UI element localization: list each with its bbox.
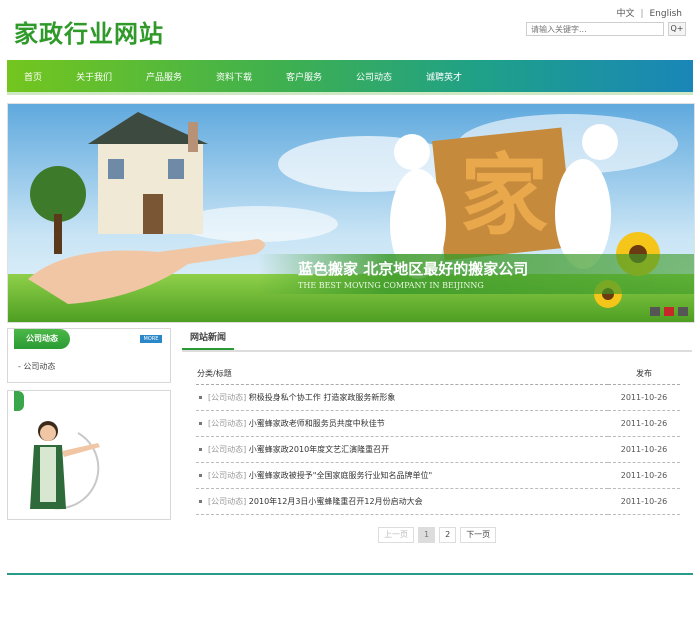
more-button[interactable]: MORE xyxy=(140,335,162,343)
nav-item-downloads[interactable]: 资料下载 xyxy=(199,70,269,83)
news-link[interactable]: 小蜜蜂家政2010年度文艺汇演隆重召开 xyxy=(249,445,389,454)
sidebar-item-news[interactable]: - 公司动态 xyxy=(18,361,55,372)
nav-item-customer-service[interactable]: 客户服务 xyxy=(269,70,339,83)
sidebar-news-box: 公司动态 MORE - 公司动态 xyxy=(7,328,171,383)
lang-chinese-link[interactable]: 中文 xyxy=(616,6,634,19)
lang-separator: | xyxy=(640,9,644,19)
news-link[interactable]: 小蜜蜂家政老师和服务员共度中秋佳节 xyxy=(249,419,385,428)
footer-divider xyxy=(7,573,693,575)
search-bar: Q+ xyxy=(526,22,686,36)
news-section-title: 网站新闻 xyxy=(182,328,235,350)
bullet-icon xyxy=(199,396,202,399)
news-category[interactable]: [公司动态] xyxy=(208,419,246,428)
table-row[interactable]: [公司动态] 小蜜蜂家政被授予"全国家庭服务行业知名品牌单位" 2011-10-… xyxy=(196,462,680,489)
col-date-header: 发布 xyxy=(608,362,680,385)
nav-item-home[interactable]: 首页 xyxy=(7,70,59,83)
news-date: 2011-10-26 xyxy=(608,462,680,489)
nav-item-products[interactable]: 产品服务 xyxy=(129,70,199,83)
language-switch: 中文 | English xyxy=(616,6,682,19)
banner-headline: 蓝色搬家 北京地区最好的搬家公司 xyxy=(298,260,528,278)
news-category[interactable]: [公司动态] xyxy=(208,445,246,454)
bullet-icon xyxy=(199,448,202,451)
slide-dot-3[interactable] xyxy=(678,307,688,316)
slide-dot-2[interactable] xyxy=(664,307,674,316)
bullet-icon xyxy=(199,474,202,477)
table-row[interactable]: [公司动态] 积极投身私个协工作 打造家政服务新形象 2011-10-26 xyxy=(196,384,680,411)
hero-banner: 家 蓝色搬家 北京地区最好的搬家公司 THE BEST MOVING COMPA… xyxy=(7,103,695,323)
news-link[interactable]: 2010年12月3日小蜜蜂隆重召开12月份启动大会 xyxy=(249,497,423,506)
page-1-button[interactable]: 1 xyxy=(418,527,436,543)
lang-english-link[interactable]: English xyxy=(650,9,683,19)
sidebar-contact-tab xyxy=(14,391,24,411)
pagination: 上一页 1 2 下一页 xyxy=(378,527,500,543)
news-table: 分类/标题 发布 [公司动态] 积极投身私个协工作 打造家政服务新形象 2011… xyxy=(196,362,680,515)
sidebar-contact-box xyxy=(7,390,171,520)
news-date: 2011-10-26 xyxy=(608,488,680,515)
col-title-header: 分类/标题 xyxy=(196,362,608,385)
table-row[interactable]: [公司动态] 2010年12月3日小蜜蜂隆重召开12月份启动大会 2011-10… xyxy=(196,488,680,515)
news-date: 2011-10-26 xyxy=(608,410,680,437)
nav-item-about[interactable]: 关于我们 xyxy=(59,70,129,83)
news-date: 2011-10-26 xyxy=(608,384,680,411)
nav-item-careers[interactable]: 诚聘英才 xyxy=(409,70,479,83)
news-link[interactable]: 积极投身私个协工作 打造家政服务新形象 xyxy=(249,393,396,402)
slide-dot-1[interactable] xyxy=(650,307,660,316)
search-button[interactable]: Q+ xyxy=(668,22,686,36)
table-row[interactable]: [公司动态] 小蜜蜂家政2010年度文艺汇演隆重召开 2011-10-26 xyxy=(196,436,680,463)
news-date: 2011-10-26 xyxy=(608,436,680,463)
search-input[interactable] xyxy=(526,22,664,36)
news-section-header: 网站新闻 xyxy=(182,328,692,352)
news-category[interactable]: [公司动态] xyxy=(208,471,246,480)
next-page-button[interactable]: 下一页 xyxy=(460,527,497,543)
sidebar-news-title: 公司动态 xyxy=(14,329,70,349)
banner-center-glyph: 家 xyxy=(460,143,548,247)
page-2-button[interactable]: 2 xyxy=(439,527,457,543)
banner-subline: THE BEST MOVING COMPANY IN BEIJINNG xyxy=(298,281,484,290)
news-category[interactable]: [公司动态] xyxy=(208,393,246,402)
table-row[interactable]: [公司动态] 小蜜蜂家政老师和服务员共度中秋佳节 2011-10-26 xyxy=(196,410,680,437)
news-link[interactable]: 小蜜蜂家政被授予"全国家庭服务行业知名品牌单位" xyxy=(249,471,432,480)
news-table-header: 分类/标题 发布 xyxy=(196,362,680,385)
bullet-icon xyxy=(199,500,202,503)
site-logo[interactable]: 家政行业网站 xyxy=(14,14,164,49)
service-lady-image xyxy=(30,421,100,510)
news-category[interactable]: [公司动态] xyxy=(208,497,246,506)
prev-page-button[interactable]: 上一页 xyxy=(378,527,414,543)
nav-item-news[interactable]: 公司动态 xyxy=(339,70,409,83)
bullet-icon xyxy=(199,422,202,425)
main-nav: 首页 关于我们 产品服务 资料下载 客户服务 公司动态 诚聘英才 xyxy=(7,60,693,95)
